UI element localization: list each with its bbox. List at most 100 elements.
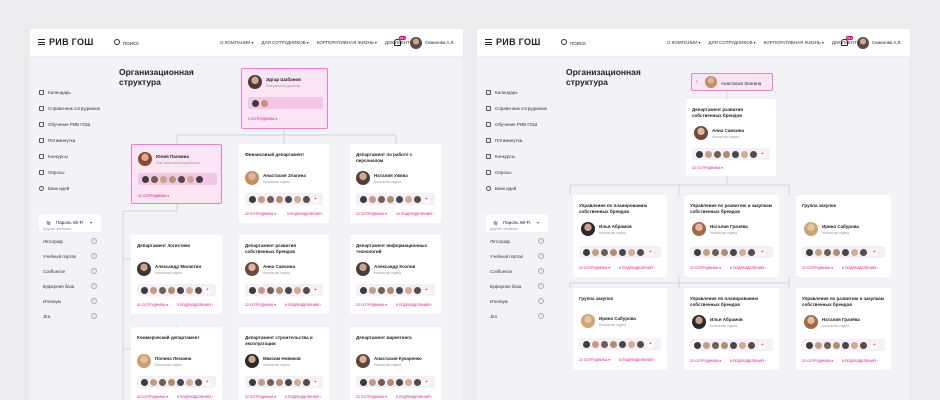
help-icon[interactable]: ? (91, 313, 97, 319)
help-icon[interactable]: ? (91, 253, 97, 259)
search-box[interactable] (112, 37, 210, 49)
org-card-root[interactable]: Департамент развития собственных брендов… (686, 99, 776, 176)
employees-link[interactable]: 22 СОТРУДНИКА ▾ (245, 303, 276, 307)
other-service-item[interactable]: Confluence? (490, 268, 544, 274)
help-icon[interactable]: ? (538, 298, 544, 304)
sidebar-item-contacts[interactable]: Справочник сотрудников (39, 106, 100, 111)
employees-link[interactable]: 42 СОТРУДНИКА ▾ (137, 303, 168, 307)
more-members-button[interactable]: + (759, 248, 766, 256)
more-members-button[interactable]: + (204, 378, 211, 386)
avatar[interactable] (410, 37, 422, 49)
subdivisions-link[interactable]: 6 ПОДРАЗДЕЛЕНИЙ › (842, 266, 878, 270)
help-icon[interactable]: ? (91, 268, 97, 274)
other-service-item[interactable]: Jira? (43, 313, 97, 319)
more-members-button[interactable]: + (647, 340, 654, 348)
employees-link[interactable]: 22 СОТРУДНИКА ▾ (690, 266, 721, 270)
other-service-item[interactable]: Учебный портал? (43, 253, 97, 259)
org-card[interactable]: Департамент строительства и эксплуатации… (239, 327, 329, 400)
employees-link[interactable]: 22 СОТРУДНИКА ▾ (579, 358, 610, 362)
search-input[interactable] (570, 37, 655, 49)
employees-link[interactable]: 22 СОТРУДНИКА ▾ (692, 166, 723, 170)
sidebar-item-calendar[interactable]: Календарь (486, 90, 518, 95)
chevron-left-icon[interactable]: ‹ (696, 79, 698, 85)
subdivisions-link[interactable]: 6 ПОДРАЗДЕЛЕНИЙ › (730, 359, 766, 363)
sidebar-item-ideas[interactable]: Банк идей (39, 186, 69, 191)
other-service-item[interactable]: Итилиум? (43, 298, 97, 304)
org-card[interactable]: Управление по развитию и закупкам собств… (684, 195, 779, 277)
org-card[interactable]: Департамент маркетинга Анастасия Кукарен… (350, 327, 441, 400)
org-card[interactable]: Департамент информационных технологий Ал… (350, 235, 441, 314)
org-card[interactable]: Коммерческий департамент Полина Лескина … (131, 327, 222, 400)
help-icon[interactable]: ? (91, 298, 97, 304)
sidebar-item-five-minute[interactable]: Пятиминутка (486, 138, 522, 143)
employees-link[interactable]: 42 СОТРУДНИКА ▾ (137, 395, 168, 399)
other-service-item[interactable]: Летограф? (43, 238, 97, 244)
more-members-button[interactable]: + (759, 150, 766, 158)
employees-link[interactable]: 42 СОТРУДНИКА ▾ (138, 194, 169, 198)
more-members-button[interactable]: + (423, 286, 430, 294)
sidebar-item-polls[interactable]: Опросы (39, 170, 64, 175)
subdivisions-link[interactable]: 5 ПОДРАЗДЕЛЕНИЙ › (177, 395, 213, 399)
subdivisions-link[interactable]: 5 ПОДРАЗДЕЛЕНИЙ › (285, 395, 321, 399)
nav-item-corporate-life[interactable]: КОРПОРАТИВНАЯ ЖИЗНЬ▾ (764, 40, 824, 45)
nav-item-employees[interactable]: ДЛЯ СОТРУДНИКОВ▾ (709, 40, 756, 45)
more-members-button[interactable]: + (312, 195, 319, 203)
employees-link[interactable]: 42 СОТРУДНИКА ▾ (245, 212, 276, 216)
help-icon[interactable]: ? (538, 253, 544, 259)
org-card[interactable]: Департамент логистики Александр Милютин … (131, 235, 222, 314)
subdivisions-link[interactable]: 6 ПОДРАЗДЕЛЕНИЙ › (842, 359, 878, 363)
help-icon[interactable]: ? (538, 238, 544, 244)
other-service-item[interactable]: Jira? (490, 313, 544, 319)
help-icon[interactable]: ? (91, 238, 97, 244)
bell-icon[interactable] (394, 39, 401, 46)
org-card[interactable]: Департамент развития собственных брендов… (239, 235, 329, 314)
sidebar-item-contests[interactable]: Конкурсы (39, 154, 68, 159)
employees-link[interactable]: 22 СОТРУДНИКА ▾ (356, 303, 387, 307)
employees-link[interactable]: 22 СОТРУДНИКА ▾ (802, 266, 833, 270)
employees-link[interactable]: 22 СОТРУДНИКА ▾ (690, 359, 721, 363)
menu-icon[interactable] (38, 39, 45, 45)
breadcrumb[interactable]: ‹ Анастасия Злагина (691, 73, 773, 91)
subdivisions-link[interactable]: 5 ПОДРАЗДЕЛЕНИЙ › (396, 303, 432, 307)
org-card[interactable]: Группа закупок Ирина Сабурова Начальник … (796, 195, 891, 277)
org-card[interactable]: Финансовый департамент Анастасия Злагина… (239, 144, 329, 223)
nav-item-corporate-life[interactable]: КОРПОРАТИВНАЯ ЖИЗНЬ▾ (317, 40, 377, 45)
brand-logo[interactable]: РИВ ГОШ (49, 37, 94, 47)
sidebar-item-contests[interactable]: Конкурсы (486, 154, 515, 159)
more-members-button[interactable]: + (312, 378, 319, 386)
subdivisions-link[interactable]: 10 ПОДРАЗДЕЛЕНИЙ › (396, 212, 434, 216)
nav-item-company[interactable]: О КОМПАНИИ▾ (220, 40, 254, 45)
employees-link[interactable]: 22 СОТРУДНИКА ▾ (356, 395, 387, 399)
subdivisions-link[interactable]: 6 ПОДРАЗДЕЛЕНИЙ › (619, 358, 655, 362)
employees-link[interactable]: 22 СОТРУДНИКА ▾ (245, 395, 276, 399)
more-members-button[interactable]: + (204, 286, 211, 294)
avatar[interactable] (857, 37, 869, 49)
sidebar-item-five-minute[interactable]: Пятиминутка (39, 138, 75, 143)
subdivisions-link[interactable]: 6 ПОДРАЗДЕЛЕНИЙ › (730, 266, 766, 270)
search-input[interactable] (123, 37, 208, 49)
other-service-item[interactable]: Буферная база? (490, 283, 544, 289)
nav-item-company[interactable]: О КОМПАНИИ▾ (667, 40, 701, 45)
employees-link[interactable]: 22 СОТРУДНИКА ▾ (579, 266, 610, 270)
user-name[interactable]: Семенова А.Л. (425, 40, 455, 45)
subdivisions-link[interactable]: 5 ПОДРАЗДЕЛЕНИЙ › (396, 395, 432, 399)
org-card[interactable]: Управление по развитию и закупкам собств… (796, 288, 891, 370)
help-icon[interactable]: ? (538, 268, 544, 274)
org-card[interactable]: Управление по планированию собственных б… (573, 195, 667, 277)
more-members-button[interactable]: + (647, 248, 654, 256)
sidebar-item-contacts[interactable]: Справочник сотрудников (486, 106, 547, 111)
subdivisions-link[interactable]: 6 ПОДРАЗДЕЛЕНИЙ › (285, 303, 321, 307)
org-card[interactable]: Юлия Палкина Зам. генерального директора… (131, 144, 222, 204)
sidebar-item-education[interactable]: Обучение РИВ ГОШ (486, 122, 537, 127)
subdivisions-link[interactable]: 6 ПОДРАЗДЕЛЕНИЙ › (619, 266, 655, 270)
help-icon[interactable]: ? (538, 313, 544, 319)
other-service-item[interactable]: Учебный портал? (490, 253, 544, 259)
more-members-button[interactable]: + (759, 341, 766, 349)
sidebar-item-ideas[interactable]: Банк идей (486, 186, 516, 191)
nav-item-employees[interactable]: ДЛЯ СОТРУДНИКОВ▾ (262, 40, 309, 45)
help-icon[interactable]: ? (91, 283, 97, 289)
search-box[interactable] (559, 37, 657, 49)
employees-link[interactable]: 22 СОТРУДНИКА ▾ (356, 212, 387, 216)
menu-icon[interactable] (485, 39, 492, 45)
employees-link[interactable]: 22 СОТРУДНИКА ▾ (802, 359, 833, 363)
